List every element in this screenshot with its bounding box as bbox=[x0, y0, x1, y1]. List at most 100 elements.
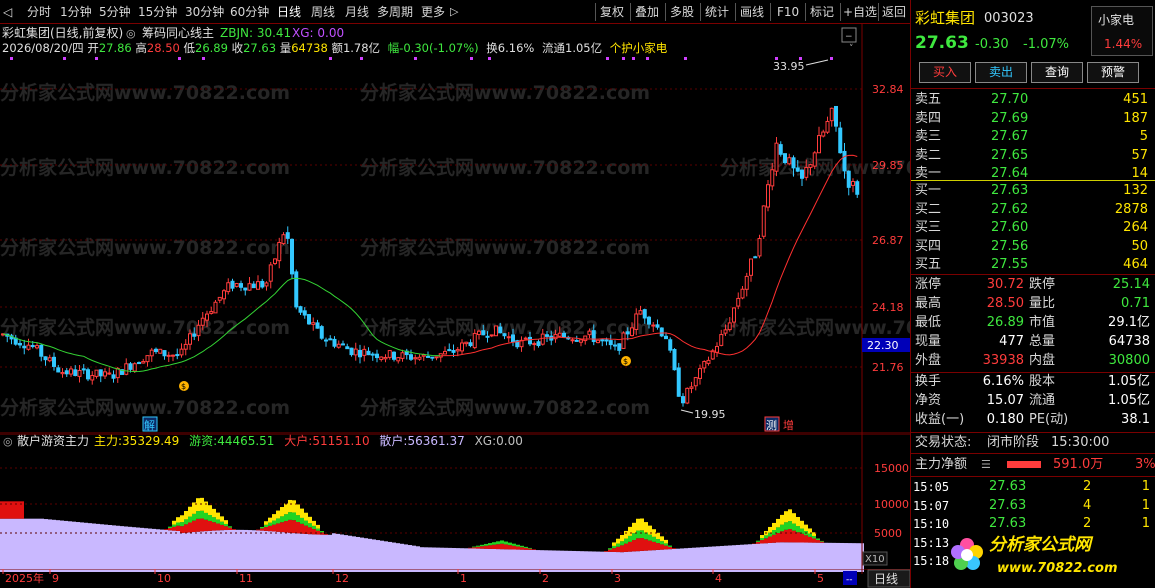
retail-bar bbox=[4, 518, 8, 572]
mainforce-bar bbox=[224, 520, 228, 524]
period-tab-5min[interactable]: 5分钟 bbox=[99, 5, 131, 19]
candle-body bbox=[757, 238, 762, 257]
kline-chart[interactable]: 分析家公式网www.70822.com 分析家公式网www.70822.com 分析… bbox=[0, 24, 910, 434]
indicator-values: 主力:35329.49 游资:44465.51 大户:51151.10 散户:5… bbox=[94, 434, 523, 448]
period-tab-15min[interactable]: 15分钟 bbox=[138, 5, 177, 19]
candle-body bbox=[681, 396, 685, 404]
candle-body bbox=[124, 363, 129, 375]
add-watchlist-button[interactable]: +自选 bbox=[843, 5, 877, 19]
mainforce-bar bbox=[184, 510, 188, 520]
book-price: 27.69 bbox=[991, 110, 1029, 126]
watermark-text: 分析家公式网www.70822.com bbox=[0, 236, 290, 259]
period-tab-multi[interactable]: 多周期 bbox=[377, 5, 413, 19]
buy-button[interactable]: 买入 bbox=[919, 62, 971, 83]
query-button[interactable]: 查询 bbox=[1031, 62, 1083, 83]
retail-bar bbox=[52, 519, 56, 572]
period-tab-30min[interactable]: 30分钟 bbox=[185, 5, 224, 19]
bigholder-bar bbox=[260, 528, 264, 531]
retail-bar bbox=[8, 518, 12, 572]
return-button[interactable]: 返回 bbox=[882, 5, 906, 19]
retail-bar bbox=[328, 534, 332, 572]
candle-body bbox=[285, 232, 290, 239]
bid-row[interactable]: 买四 27.56 50 bbox=[911, 238, 1155, 256]
stock-name: 彩虹集团 bbox=[915, 9, 976, 27]
hotmoney-bar bbox=[640, 530, 644, 539]
candle-body bbox=[638, 310, 643, 315]
ask-row[interactable]: 卖二 27.65 57 bbox=[911, 147, 1155, 165]
overlay-button[interactable]: 叠加 bbox=[635, 5, 659, 19]
bid-row[interactable]: 买三 27.60 264 bbox=[911, 219, 1155, 237]
ask-row[interactable]: 卖五 27.70 451 bbox=[911, 91, 1155, 109]
bigholder-bar bbox=[292, 520, 296, 534]
candle-body bbox=[485, 335, 490, 338]
indicator-panel[interactable]: ◎ 散户游资主力 主力:35329.49 游资:44465.51 大户:5115… bbox=[0, 434, 910, 574]
back-arrow-icon[interactable]: ◁ bbox=[3, 5, 12, 19]
bigholder-bar bbox=[796, 532, 800, 543]
hotmoney-bar bbox=[216, 519, 220, 524]
bigholder-bar bbox=[184, 524, 188, 533]
candle-body bbox=[630, 327, 634, 337]
mainforce-bar bbox=[264, 521, 268, 525]
bid-row[interactable]: 买五 27.55 464 bbox=[911, 256, 1155, 274]
more-arrow-icon[interactable]: ▷ bbox=[450, 5, 458, 19]
indicator-panel-name: 散户游资主力 bbox=[17, 434, 89, 448]
candle-body bbox=[196, 324, 201, 337]
retail-bar bbox=[96, 523, 100, 572]
book-price: 27.62 bbox=[991, 201, 1029, 217]
bigholder-bar bbox=[280, 522, 284, 533]
draw-line-button[interactable]: 画线 bbox=[740, 5, 764, 19]
bigholder-bar bbox=[228, 527, 232, 530]
retail-bar bbox=[784, 542, 788, 572]
bigholder-bar bbox=[656, 543, 660, 550]
watermark-text: 分析家公式网www.70822.com bbox=[0, 396, 290, 419]
retail-bar bbox=[772, 542, 776, 572]
period-tab-1min[interactable]: 1分钟 bbox=[60, 5, 92, 19]
signal-dot bbox=[632, 57, 635, 60]
hotmoney-bar bbox=[188, 516, 192, 523]
period-tab-60min[interactable]: 60分钟 bbox=[230, 5, 269, 19]
period-tab-bottom[interactable]: 日线 bbox=[874, 572, 898, 586]
bigholder-bar bbox=[644, 539, 648, 551]
candle-body bbox=[787, 157, 792, 165]
stats-button[interactable]: 统计 bbox=[705, 5, 729, 19]
multi-stock-button[interactable]: 多股 bbox=[670, 5, 694, 19]
f10-button[interactable]: F10 bbox=[777, 5, 799, 19]
mark-button[interactable]: 标记 bbox=[810, 5, 834, 19]
retail-bar bbox=[744, 544, 748, 572]
candle-body bbox=[846, 170, 851, 188]
retail-bar bbox=[156, 529, 160, 572]
candle-body bbox=[591, 330, 596, 343]
retail-bar bbox=[376, 540, 380, 572]
period-tab-monthly[interactable]: 月线 bbox=[345, 5, 369, 19]
ask-row[interactable]: 卖四 27.69 187 bbox=[911, 110, 1155, 128]
candle-body bbox=[243, 287, 248, 291]
period-tab-daily[interactable]: 日线 bbox=[277, 5, 301, 19]
candle-body bbox=[532, 343, 537, 346]
candle-body bbox=[132, 363, 137, 372]
period-tab-tick[interactable]: 分时 bbox=[27, 5, 51, 19]
sell-button[interactable]: 卖出 bbox=[975, 62, 1027, 83]
candle-body bbox=[668, 339, 673, 351]
x-tick-label: 11 bbox=[239, 572, 253, 585]
ask-row[interactable]: 卖三 27.67 5 bbox=[911, 128, 1155, 146]
adjust-button[interactable]: 复权 bbox=[600, 5, 624, 19]
bid-row[interactable]: 买二 27.62 2878 bbox=[911, 201, 1155, 219]
period-tab-weekly[interactable]: 周线 bbox=[311, 5, 335, 19]
bid-row[interactable]: 买一 27.63 132 bbox=[911, 182, 1155, 200]
period-tab-more[interactable]: 更多 bbox=[421, 5, 445, 19]
bigholder-bar bbox=[176, 525, 180, 531]
alert-button[interactable]: 预警 bbox=[1087, 62, 1139, 83]
retail-bar bbox=[32, 518, 36, 572]
hotmoney-bar bbox=[176, 522, 180, 526]
mainforce-bar bbox=[280, 507, 284, 517]
book-label: 买五 bbox=[915, 257, 942, 273]
retail-bar bbox=[792, 542, 796, 572]
retail-bar bbox=[752, 543, 756, 572]
sector-badge[interactable]: 小家电 1.44% bbox=[1091, 6, 1153, 56]
retail-bar bbox=[128, 526, 132, 572]
retail-bar bbox=[796, 542, 800, 572]
retail-bar bbox=[12, 518, 16, 572]
candle-body bbox=[94, 369, 99, 377]
retail-bar bbox=[252, 530, 256, 572]
candle-body bbox=[149, 349, 154, 357]
